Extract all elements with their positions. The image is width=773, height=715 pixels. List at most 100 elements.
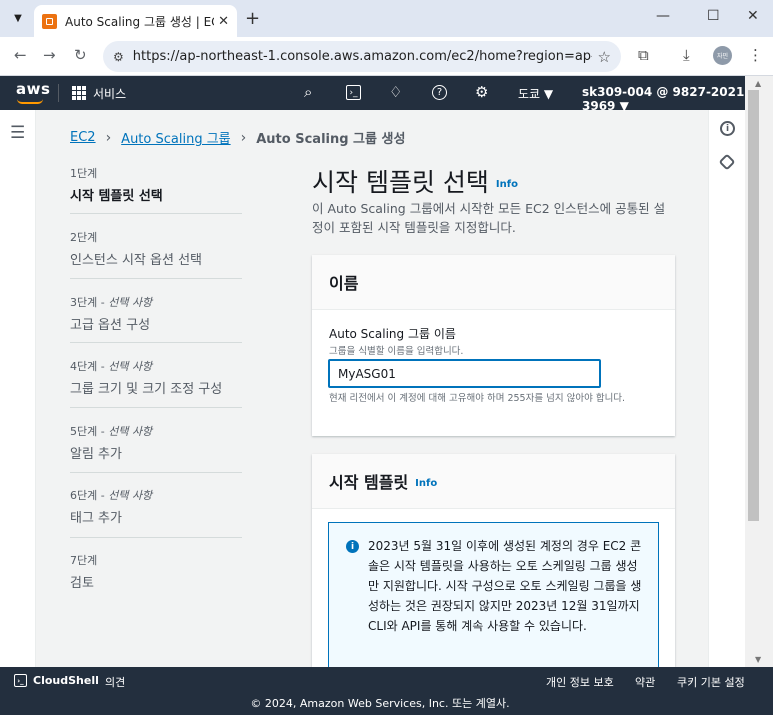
breadcrumb-current: Auto Scaling 그룹 생성 (256, 132, 406, 147)
step-divider (70, 278, 242, 279)
info-circle-icon: i (346, 540, 359, 553)
tab-title: Auto Scaling 그룹 생성 | EC2 | ap-northeast-… (65, 14, 214, 29)
minimize-icon[interactable]: — (656, 8, 670, 24)
new-tab-icon[interactable]: + (245, 8, 260, 29)
step-divider (70, 213, 242, 214)
asg-name-input[interactable] (328, 359, 601, 388)
reload-icon[interactable]: ↻ (74, 46, 87, 64)
wizard-step-7[interactable]: 7단계 검토 (70, 552, 242, 591)
asg-name-label: Auto Scaling 그룹 이름 (329, 327, 456, 341)
notifications-bell-icon[interactable]: ♢ (389, 83, 402, 101)
help-icon[interactable]: ? (432, 85, 447, 100)
breadcrumb: EC2 › Auto Scaling 그룹 › Auto Scaling 그룹 … (70, 128, 406, 148)
info-panel-icon[interactable]: i (720, 121, 735, 136)
step-name: 시작 템플릿 선택 (70, 189, 163, 204)
hamburger-menu-icon[interactable]: ☰ (10, 123, 25, 143)
cloudshell-label: CloudShell (33, 674, 99, 687)
forward-icon[interactable]: → (43, 46, 56, 64)
step-name: 알림 추가 (70, 447, 122, 462)
region-selector[interactable]: 도쿄 ▼ (518, 85, 553, 102)
step-number: 2단계 (70, 231, 98, 244)
privacy-link[interactable]: 개인 정보 보호 (546, 674, 614, 690)
browser-tab[interactable]: Auto Scaling 그룹 생성 | EC2 | ap-northeast-… (34, 5, 237, 37)
step-number: 1단계 (70, 167, 98, 180)
launch-template-header: 시작 템플릿 Info (312, 454, 675, 509)
step-number: 4단계 - 선택 사항 (70, 360, 153, 373)
maximize-icon[interactable]: ☐ (707, 8, 720, 24)
asg-name-constraint: 현재 리전에서 이 계정에 대해 고유해야 하며 255자를 넘지 않아야 합니… (329, 393, 626, 404)
info-alert-text: 2023년 5월 31일 이후에 생성된 계정의 경우 EC2 콘솔은 시작 템… (368, 539, 642, 633)
page-scrollbar[interactable]: ▲ ▼ (745, 76, 773, 667)
window-close-icon[interactable]: ✕ (747, 8, 759, 24)
breadcrumb-chevron-icon: › (105, 129, 112, 146)
services-grid-icon[interactable] (72, 86, 86, 100)
cookie-preferences-link[interactable]: 쿠키 기본 설정 (677, 674, 745, 690)
step-divider (70, 537, 242, 538)
wizard-step-4[interactable]: 4단계 - 선택 사항 그룹 크기 및 크기 조정 구성 (70, 358, 242, 397)
step-name: 고급 옵션 구성 (70, 318, 151, 333)
launch-template-info-link[interactable]: Info (415, 478, 437, 489)
wizard-step-1[interactable]: 1단계 시작 템플릿 선택 (70, 165, 242, 204)
breadcrumb-auto-scaling-groups[interactable]: Auto Scaling 그룹 (121, 128, 230, 147)
cloudshell-icon[interactable]: ›_ (346, 85, 361, 100)
aws-logo[interactable]: aws (16, 80, 50, 104)
bookmark-star-icon[interactable]: ☆ (598, 48, 611, 66)
name-container: 이름 Auto Scaling 그룹 이름 그룹을 식별할 이름을 입력합니다.… (312, 255, 675, 436)
step-number: 7단계 (70, 554, 98, 567)
tools-rail: i (708, 110, 745, 667)
aws-top-nav: aws 서비스 ⌕ ›_ ♢ ? ⚙ 도쿄 ▼ sk309-004 @ 9827… (0, 76, 773, 113)
cloudshell-button[interactable]: ›_ CloudShell (14, 674, 99, 687)
scrollbar-thumb[interactable] (748, 90, 759, 521)
launch-template-heading: 시작 템플릿 Info (329, 473, 438, 492)
back-icon[interactable]: ← (14, 46, 27, 64)
address-bar[interactable]: ⚙ https://ap-northeast-1.console.aws.ama… (103, 41, 621, 72)
download-icon[interactable]: ⤓ (683, 46, 690, 64)
step-name: 검토 (70, 576, 94, 591)
step-divider (70, 407, 242, 408)
settings-gear-icon[interactable]: ⚙ (475, 83, 488, 101)
step-number: 5단계 - 선택 사항 (70, 425, 153, 438)
title-info-link[interactable]: Info (496, 179, 518, 190)
terms-link[interactable]: 약관 (635, 674, 655, 690)
page-description: 이 Auto Scaling 그룹에서 시작한 모든 EC2 인스턴스에 공통된… (312, 201, 666, 235)
name-container-heading: 이름 (329, 274, 359, 293)
search-icon[interactable]: ⌕ (304, 83, 312, 101)
step-number: 6단계 - 선택 사항 (70, 489, 153, 502)
breadcrumb-ec2[interactable]: EC2 (70, 130, 96, 145)
step-name: 인스턴스 시작 옵션 선택 (70, 253, 202, 268)
page-title: 시작 템플릿 선택 Info (312, 163, 518, 199)
site-info-icon[interactable]: ⚙ (113, 50, 124, 64)
wizard-step-6[interactable]: 6단계 - 선택 사항 태그 추가 (70, 487, 242, 526)
step-name: 태그 추가 (70, 511, 122, 526)
browser-toolbar: ← → ↻ ⚙ https://ap-northeast-1.console.a… (0, 37, 773, 76)
step-number: 3단계 - 선택 사항 (70, 296, 153, 309)
services-menu[interactable]: 서비스 (93, 85, 126, 102)
tab-search-chevron-icon[interactable]: ▼ (8, 8, 28, 28)
profile-avatar[interactable]: 자민 (713, 46, 732, 65)
scroll-up-arrow-icon[interactable]: ▲ (755, 79, 761, 88)
wizard-step-3[interactable]: 3단계 - 선택 사항 고급 옵션 구성 (70, 294, 242, 333)
wizard-step-2[interactable]: 2단계 인스턴스 시작 옵션 선택 (70, 229, 242, 268)
cloudshell-terminal-icon: ›_ (14, 674, 27, 687)
console-footer: ›_ CloudShell 의견 개인 정보 보호 약관 쿠키 기본 설정 © … (0, 667, 773, 715)
feedback-link[interactable]: 의견 (105, 674, 125, 690)
url-text: https://ap-northeast-1.console.aws.amazo… (132, 49, 592, 64)
tab-close-icon[interactable]: ✕ (218, 14, 229, 29)
launch-template-container: 시작 템플릿 Info i 2023년 5월 31일 이후에 생성된 계정의 경우… (312, 454, 675, 682)
browser-tab-bar: ▼ Auto Scaling 그룹 생성 | EC2 | ap-northeas… (0, 0, 773, 37)
extensions-icon[interactable]: ⧉ (638, 46, 649, 64)
scroll-down-arrow-icon[interactable]: ▼ (755, 655, 761, 664)
step-divider (70, 342, 242, 343)
breadcrumb-chevron-icon: › (240, 129, 247, 146)
nav-divider (58, 84, 59, 102)
name-container-header: 이름 (312, 255, 675, 310)
step-divider (70, 472, 242, 473)
side-navigation-rail: ☰ (0, 110, 36, 667)
copyright-text: © 2024, Amazon Web Services, Inc. 또는 계열사… (250, 697, 510, 710)
tutorial-panel-icon[interactable] (718, 153, 736, 171)
wizard-step-5[interactable]: 5단계 - 선택 사항 알림 추가 (70, 423, 242, 462)
browser-menu-icon[interactable]: ⋮ (748, 46, 763, 64)
info-alert: i 2023년 5월 31일 이후에 생성된 계정의 경우 EC2 콘솔은 시작… (328, 522, 659, 682)
asg-name-description: 그룹을 식별할 이름을 입력합니다. (329, 346, 464, 357)
page-title-text: 시작 템플릿 선택 (312, 168, 489, 197)
